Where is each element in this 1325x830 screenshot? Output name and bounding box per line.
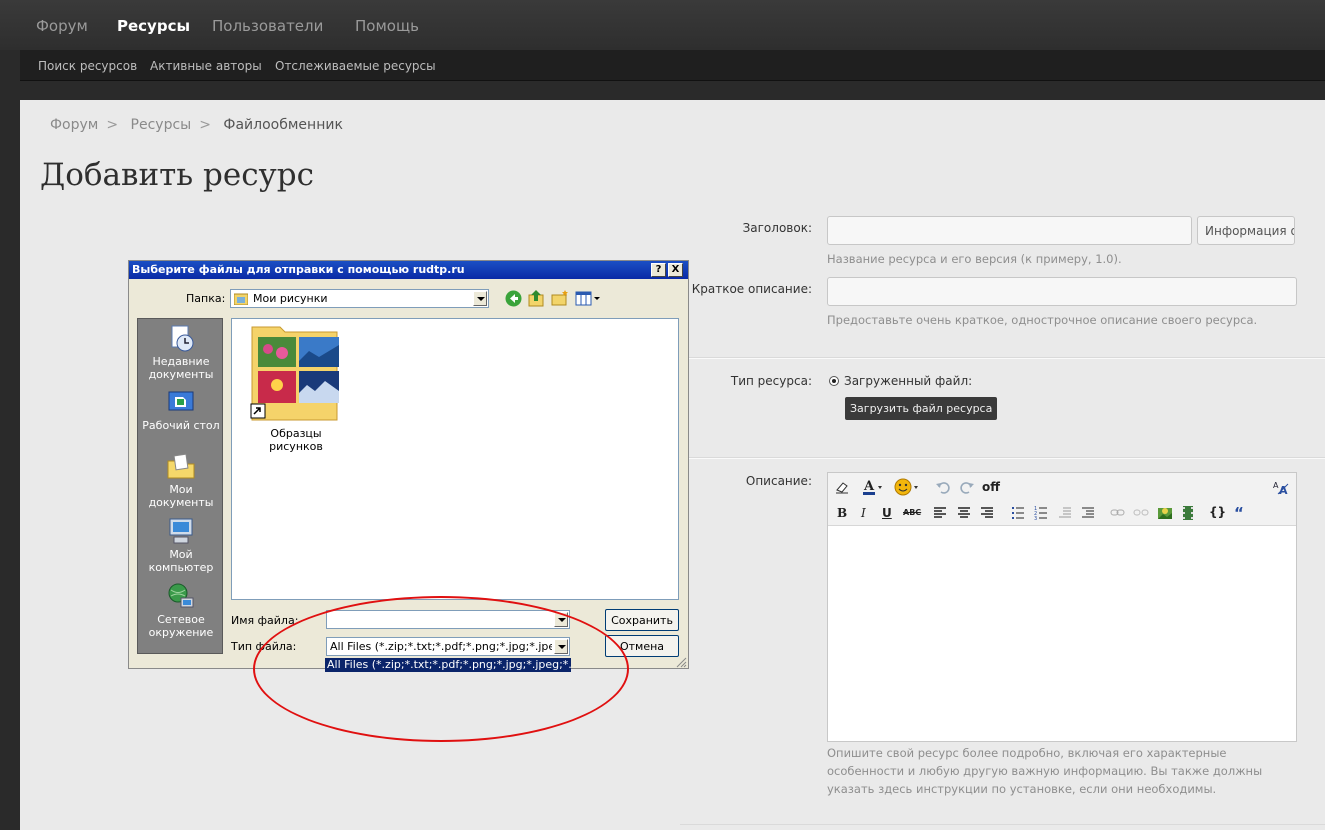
place-my-computer[interactable]: Мой компьютер xyxy=(138,516,224,574)
place-label: Мои документы xyxy=(148,483,214,509)
undo-icon[interactable] xyxy=(935,479,951,495)
unlink-icon[interactable] xyxy=(1133,506,1149,520)
strikethrough-button[interactable]: ABC xyxy=(903,508,921,517)
recent-documents-icon xyxy=(171,325,194,352)
breadcrumb-separator: > xyxy=(106,117,119,133)
title-input[interactable] xyxy=(827,216,1192,245)
file-item[interactable]: Образцы рисунков xyxy=(246,323,346,453)
italic-button[interactable]: I xyxy=(861,506,866,520)
network-icon xyxy=(168,583,194,608)
underline-button[interactable]: U xyxy=(882,506,892,520)
bold-button[interactable]: B xyxy=(837,506,847,520)
resize-grip-icon[interactable] xyxy=(675,656,687,668)
eraser-icon[interactable] xyxy=(834,479,850,495)
subtab-search-resources[interactable]: Поиск ресурсов xyxy=(38,59,137,73)
up-folder-icon[interactable] xyxy=(528,289,545,307)
short-description-input[interactable] xyxy=(827,277,1297,306)
tab-help[interactable]: Помощь xyxy=(355,17,419,35)
folder-label: Папка: xyxy=(186,292,226,305)
editor-toolbar: A off AA B I U ABC 1 2 3 {} “ xyxy=(828,473,1296,526)
upload-file-button[interactable]: Загрузить файл ресурса xyxy=(845,397,998,420)
breadcrumb-separator: > xyxy=(199,117,211,133)
file-item-label: Образцы рисунков xyxy=(269,427,323,453)
divider xyxy=(680,824,1325,825)
dialog-titlebar[interactable]: Выберите файлы для отправки с помощью ru… xyxy=(129,261,688,279)
svg-text:A: A xyxy=(863,479,875,494)
align-right-icon[interactable] xyxy=(980,506,994,520)
folder-select[interactable]: Мои рисунки xyxy=(230,289,489,308)
places-bar: Недавние документы Рабочий стол Мои доку… xyxy=(137,318,223,654)
insert-image-icon[interactable] xyxy=(1157,505,1173,521)
my-documents-icon xyxy=(167,453,195,479)
description-editor[interactable]: A off AA B I U ABC 1 2 3 {} “ xyxy=(827,472,1297,742)
link-icon[interactable] xyxy=(1110,507,1126,519)
place-network[interactable]: Сетевое окружение xyxy=(138,581,224,639)
description-hint: Опишите свой ресурс более подробно, вклю… xyxy=(827,746,1263,796)
dialog-help-button[interactable]: ? xyxy=(651,263,666,277)
page-title: Добавить ресурс xyxy=(40,157,315,193)
sub-navigation: Поиск ресурсов Активные авторы Отслежива… xyxy=(20,50,1325,81)
quote-icon[interactable]: “ xyxy=(1234,504,1244,522)
dialog-close-button[interactable]: X xyxy=(668,263,683,277)
top-navigation: Форум Ресурсы Пользователи Помощь xyxy=(0,0,1325,50)
smiley-icon[interactable] xyxy=(894,478,920,496)
breadcrumb-forum[interactable]: Форум xyxy=(50,117,98,133)
breadcrumb: Форум > Ресурсы > Файлообменник xyxy=(50,117,349,133)
divider xyxy=(680,458,1325,459)
redo-icon[interactable] xyxy=(959,479,975,495)
place-label: Мой компьютер xyxy=(148,548,214,574)
uploaded-file-label: Загруженный файл: xyxy=(844,374,973,388)
place-my-documents[interactable]: Мои документы xyxy=(138,451,224,509)
tab-forum[interactable]: Форум xyxy=(36,17,88,35)
bullet-list-icon[interactable] xyxy=(1011,506,1025,520)
title-hint: Название ресурса и его версия (к примеру… xyxy=(827,252,1122,266)
font-size-icon[interactable]: AA xyxy=(1272,479,1290,495)
place-label: Недавние документы xyxy=(148,355,214,381)
file-list[interactable]: Образцы рисунков xyxy=(231,318,679,600)
outdent-icon[interactable] xyxy=(1058,506,1072,520)
my-pictures-icon xyxy=(234,293,248,305)
align-center-icon[interactable] xyxy=(957,506,971,520)
tab-users[interactable]: Пользователи xyxy=(212,17,323,35)
subtab-watched-resources[interactable]: Отслеживаемые ресурсы xyxy=(275,59,436,73)
place-recent-documents[interactable]: Недавние документы xyxy=(138,323,224,381)
code-icon[interactable]: {} xyxy=(1209,505,1226,519)
svg-text:3: 3 xyxy=(1034,516,1037,520)
dialog-title: Выберите файлы для отправки с помощью ru… xyxy=(132,263,465,276)
indent-icon[interactable] xyxy=(1081,506,1095,520)
place-label: Рабочий стол xyxy=(142,419,220,432)
view-menu-icon[interactable] xyxy=(575,291,601,306)
numbered-list-icon[interactable]: 123 xyxy=(1034,506,1048,520)
save-button[interactable]: Сохранить xyxy=(605,609,679,631)
short-description-hint: Предоставьте очень краткое, однострочное… xyxy=(827,313,1258,327)
new-folder-icon[interactable] xyxy=(551,289,569,307)
folder-select-value: Мои рисунки xyxy=(253,292,328,305)
subtab-active-authors[interactable]: Активные авторы xyxy=(150,59,262,73)
sample-pictures-folder-icon xyxy=(250,326,339,421)
breadcrumb-file-sharing[interactable]: Файлообменник xyxy=(223,117,342,133)
text-color-icon[interactable]: A xyxy=(862,478,884,496)
toggle-bbcode-off[interactable]: off xyxy=(982,480,1000,494)
divider xyxy=(680,358,1325,359)
insert-media-icon[interactable] xyxy=(1180,505,1196,521)
desktop-icon xyxy=(168,391,194,411)
tab-resources[interactable]: Ресурсы xyxy=(117,17,190,35)
back-icon[interactable] xyxy=(505,290,522,307)
breadcrumb-resources[interactable]: Ресурсы xyxy=(131,117,192,133)
my-computer-icon xyxy=(169,518,193,544)
title-label: Заголовок: xyxy=(742,221,812,235)
uploaded-file-radio[interactable] xyxy=(829,376,839,386)
place-desktop[interactable]: Рабочий стол xyxy=(138,387,224,432)
red-annotation-ellipse xyxy=(253,596,629,742)
place-label: Сетевое окружение xyxy=(148,613,214,639)
info-button[interactable]: Информация о xyxy=(1197,216,1295,245)
align-left-icon[interactable] xyxy=(933,506,947,520)
chevron-down-icon[interactable] xyxy=(473,291,487,306)
